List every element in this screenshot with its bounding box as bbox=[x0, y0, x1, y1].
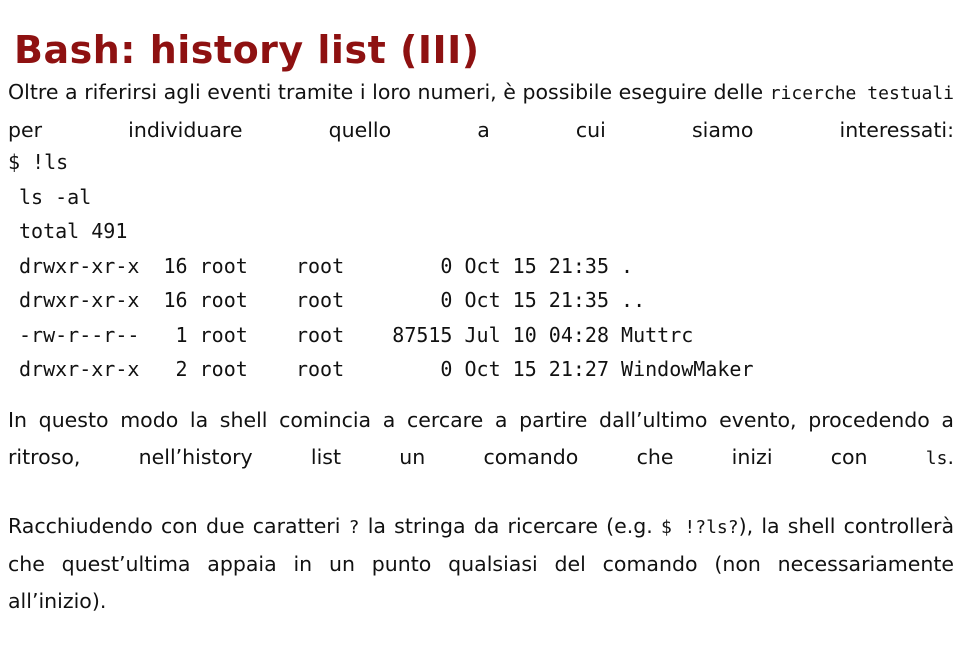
intro-inline-code-ricerche-testuali: ricerche testuali bbox=[769, 83, 955, 104]
terminal-listing-row: drwxr-xr-x 2 root root 0 Oct 15 21:27 Wi… bbox=[19, 357, 754, 381]
middle-text-part1: In questo modo la shell comincia a cerca… bbox=[8, 408, 954, 469]
intro-text-part2: per individuare quello a cui siamo inter… bbox=[8, 118, 954, 142]
terminal-prompt-line: $ !ls bbox=[8, 150, 69, 174]
middle-text-part2: . bbox=[947, 445, 954, 469]
intro-text-part1: Oltre a riferirsi agli eventi tramite i … bbox=[8, 80, 770, 104]
middle-inline-code-ls: ls bbox=[925, 448, 948, 469]
final-paragraph-container: Racchiudendo con due caratteri ? la stri… bbox=[8, 508, 954, 657]
page-title: Bash: history list (III) bbox=[14, 28, 480, 73]
middle-paragraph: In questo modo la shell comincia a cerca… bbox=[8, 402, 954, 514]
slide: Bash: history list (III) Oltre a riferir… bbox=[0, 0, 960, 613]
terminal-command-echo: ls -al bbox=[19, 184, 92, 209]
terminal-listing-row: drwxr-xr-x 16 root root 0 Oct 15 21:35 .… bbox=[19, 288, 646, 312]
final-inline-code-bang-question-ls: $ !?ls? bbox=[661, 517, 739, 538]
final-text-part2: la stringa da ricercare (e.g. bbox=[359, 514, 662, 538]
final-text-part1: Racchiudendo con due caratteri bbox=[8, 514, 349, 538]
final-paragraph: Racchiudendo con due caratteri ? la stri… bbox=[8, 508, 954, 657]
terminal-listing-row: -rw-r--r-- 1 root root 87515 Jul 10 04:2… bbox=[19, 322, 694, 347]
middle-paragraph-container: In questo modo la shell comincia a cerca… bbox=[8, 402, 954, 514]
terminal-output-block: $ !ls ls -al total 491 drwxr-xr-x 16 roo… bbox=[8, 145, 954, 387]
final-inline-code-question-mark: ? bbox=[348, 517, 360, 538]
terminal-listing-row: drwxr-xr-x 16 root root 0 Oct 15 21:35 . bbox=[19, 253, 634, 278]
terminal-total-line: total 491 bbox=[19, 219, 128, 243]
